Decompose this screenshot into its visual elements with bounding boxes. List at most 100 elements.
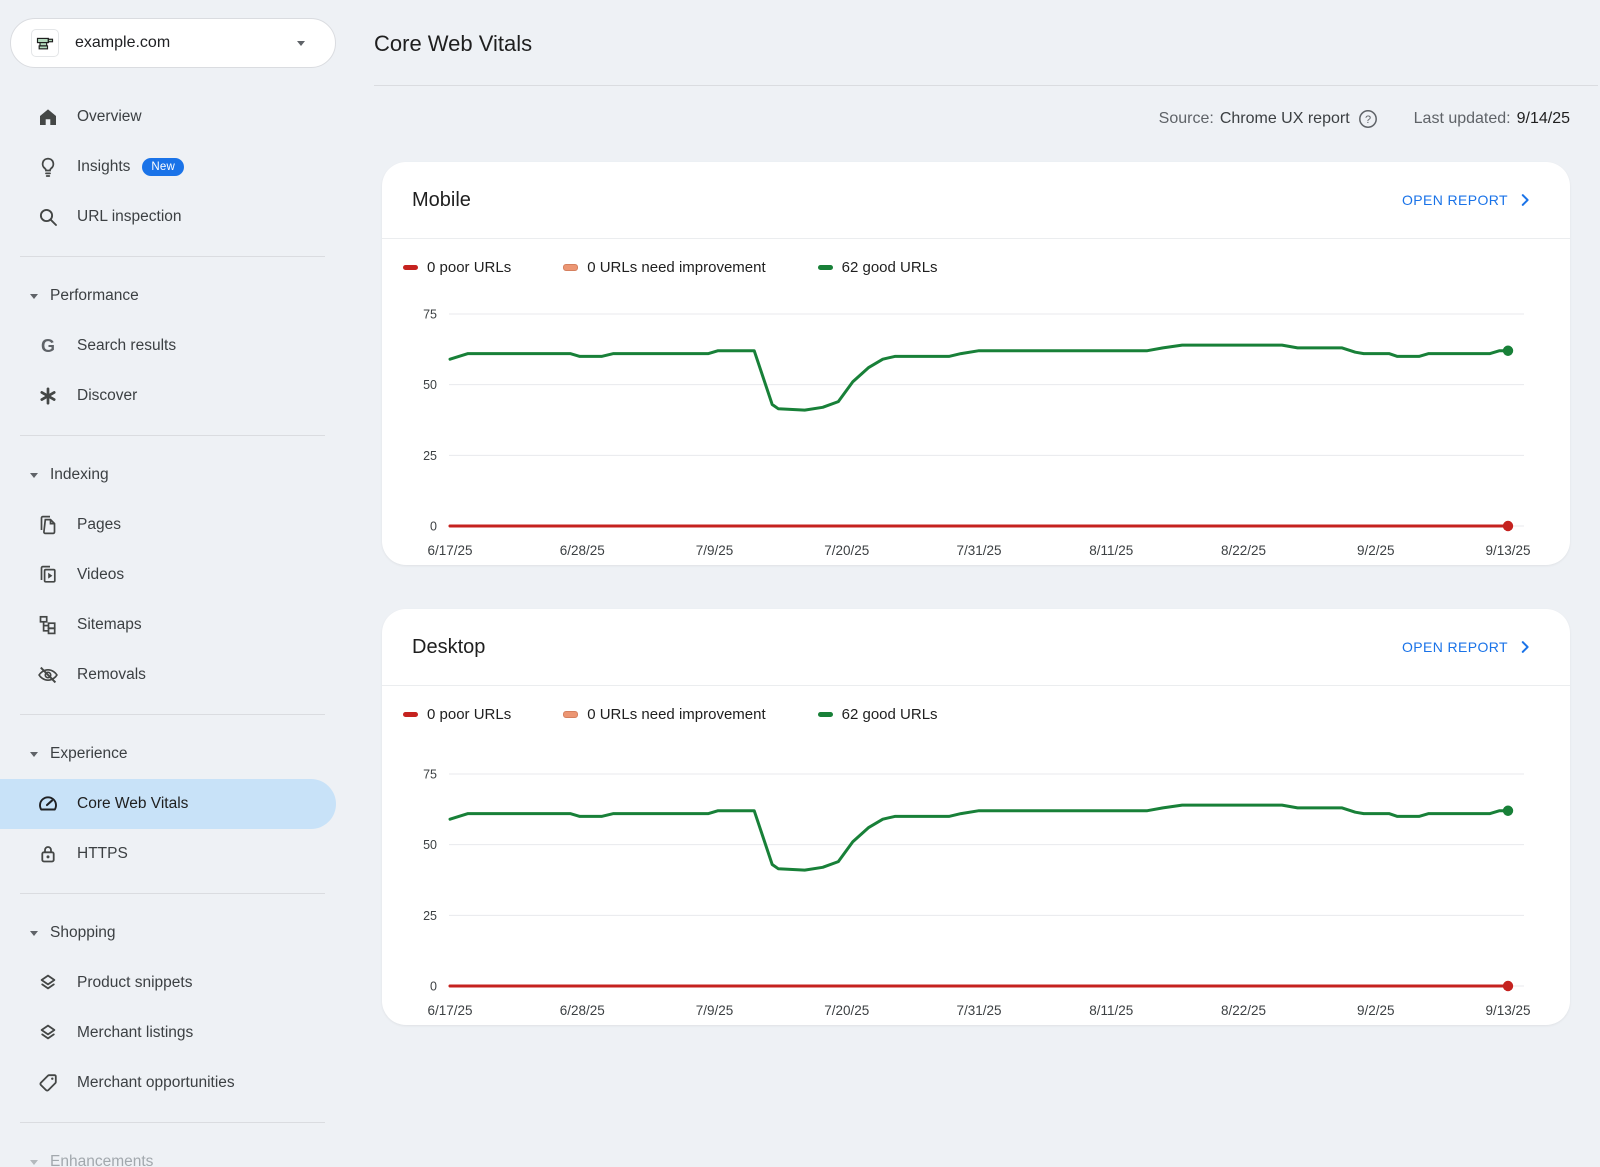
layers-icon xyxy=(36,1021,60,1045)
help-icon[interactable]: ? xyxy=(1358,109,1378,129)
svg-text:6/17/25: 6/17/25 xyxy=(427,543,472,558)
page-title: Core Web Vitals xyxy=(374,0,1570,59)
legend-item-improve: 0 URLs need improvement xyxy=(563,706,765,723)
good-swatch xyxy=(818,265,833,270)
tag-icon xyxy=(36,1071,60,1095)
property-selector[interactable]: example.com xyxy=(10,18,336,68)
mobile-line-chart: 02550756/17/256/28/257/9/257/20/257/31/2… xyxy=(406,297,1546,565)
sidebar-item-removals[interactable]: Removals xyxy=(0,650,336,700)
property-favicon-icon xyxy=(31,29,59,57)
svg-text:75: 75 xyxy=(423,308,437,322)
videos-icon xyxy=(36,563,60,587)
sidebar-item-merchant-listings[interactable]: Merchant listings xyxy=(0,1008,336,1058)
sidebar-item-merchant-opportunities[interactable]: Merchant opportunities xyxy=(0,1058,336,1108)
sidebar-nav: Overview Insights New URL inspection xyxy=(0,92,374,1167)
google-g-icon: G xyxy=(36,334,60,358)
layers-icon xyxy=(36,971,60,995)
mobile-card-header: Mobile OPEN REPORT xyxy=(382,162,1570,239)
chevron-right-icon xyxy=(1516,638,1534,656)
desktop-line-chart: 02550756/17/256/28/257/9/257/20/257/31/2… xyxy=(406,757,1546,1025)
sidebar-item-label: Removals xyxy=(77,666,146,684)
caret-down-icon xyxy=(28,748,40,760)
sidebar-item-insights[interactable]: Insights New xyxy=(0,142,336,192)
sidebar-item-label: Search results xyxy=(77,337,176,355)
svg-text:G: G xyxy=(41,336,55,356)
caret-down-icon xyxy=(28,1156,40,1167)
chevron-down-icon xyxy=(295,37,307,49)
sitemaps-icon xyxy=(36,613,60,637)
sidebar-item-product-snippets[interactable]: Product snippets xyxy=(0,958,336,1008)
chart-legend: 0 poor URLs 0 URLs need improvement 62 g… xyxy=(403,257,1570,277)
pages-icon xyxy=(36,513,60,537)
improve-swatch xyxy=(563,264,578,271)
sidebar-item-sitemaps[interactable]: Sitemaps xyxy=(0,600,336,650)
sidebar-item-discover[interactable]: Discover xyxy=(0,371,336,421)
legend-item-poor: 0 poor URLs xyxy=(403,259,511,276)
svg-text:6/28/25: 6/28/25 xyxy=(560,1003,605,1018)
svg-text:8/22/25: 8/22/25 xyxy=(1221,1003,1266,1018)
sidebar-item-label: Overview xyxy=(77,108,142,126)
svg-text:9/13/25: 9/13/25 xyxy=(1485,1003,1530,1018)
poor-swatch xyxy=(403,712,418,717)
sidebar-item-pages[interactable]: Pages xyxy=(0,500,336,550)
sidebar-item-label: Pages xyxy=(77,516,121,534)
sidebar-section-enhancements[interactable]: Enhancements xyxy=(0,1137,374,1167)
open-report-button[interactable]: OPEN REPORT xyxy=(1402,638,1534,656)
legend-item-good: 62 good URLs xyxy=(818,706,938,723)
card-title: Desktop xyxy=(412,636,485,659)
svg-text:?: ? xyxy=(1365,114,1371,126)
svg-text:8/22/25: 8/22/25 xyxy=(1221,543,1266,558)
card-title: Mobile xyxy=(412,189,471,212)
speedometer-icon xyxy=(36,792,60,816)
svg-text:0: 0 xyxy=(430,980,437,994)
svg-text:25: 25 xyxy=(423,449,437,463)
svg-text:6/28/25: 6/28/25 xyxy=(560,543,605,558)
sidebar-item-url-inspection[interactable]: URL inspection xyxy=(0,192,336,242)
sidebar-item-label: Merchant listings xyxy=(77,1024,193,1042)
svg-text:50: 50 xyxy=(423,378,437,392)
source-label: Source: xyxy=(1159,108,1214,130)
svg-text:9/2/25: 9/2/25 xyxy=(1357,543,1395,558)
desktop-card: Desktop OPEN REPORT 0 poor URLs 0 URLs n… xyxy=(382,609,1570,1025)
svg-text:7/9/25: 7/9/25 xyxy=(696,1003,734,1018)
open-report-button[interactable]: OPEN REPORT xyxy=(1402,191,1534,209)
home-icon xyxy=(36,105,60,129)
sidebar-item-core-web-vitals[interactable]: Core Web Vitals xyxy=(0,779,336,829)
svg-text:8/11/25: 8/11/25 xyxy=(1089,543,1133,558)
eye-off-icon xyxy=(36,663,60,687)
main-content: Core Web Vitals Source: Chrome UX report… xyxy=(374,0,1600,1167)
open-report-label: OPEN REPORT xyxy=(1402,639,1508,655)
source-value: Chrome UX report xyxy=(1220,108,1350,130)
improve-swatch xyxy=(563,711,578,718)
svg-text:7/20/25: 7/20/25 xyxy=(824,1003,869,1018)
svg-text:50: 50 xyxy=(423,838,437,852)
sidebar-item-label: Sitemaps xyxy=(77,616,142,634)
sidebar-section-performance[interactable]: Performance xyxy=(0,271,374,321)
lock-icon xyxy=(36,842,60,866)
sidebar-item-overview[interactable]: Overview xyxy=(0,92,336,142)
sidebar-item-videos[interactable]: Videos xyxy=(0,550,336,600)
sidebar-item-label: URL inspection xyxy=(77,208,182,226)
sidebar-divider xyxy=(20,714,325,715)
lightbulb-icon xyxy=(36,155,60,179)
sidebar-item-label: Discover xyxy=(77,387,137,405)
open-report-label: OPEN REPORT xyxy=(1402,192,1508,208)
sidebar-item-search-results[interactable]: G Search results xyxy=(0,321,336,371)
svg-text:9/2/25: 9/2/25 xyxy=(1357,1003,1395,1018)
sidebar-section-indexing[interactable]: Indexing xyxy=(0,450,374,500)
svg-text:6/17/25: 6/17/25 xyxy=(427,1003,472,1018)
chevron-right-icon xyxy=(1516,191,1534,209)
sidebar-section-shopping[interactable]: Shopping xyxy=(0,908,374,958)
poor-swatch xyxy=(403,265,418,270)
svg-text:7/20/25: 7/20/25 xyxy=(824,543,869,558)
caret-down-icon xyxy=(28,469,40,481)
caret-down-icon xyxy=(28,927,40,939)
svg-text:8/11/25: 8/11/25 xyxy=(1089,1003,1133,1018)
sidebar-section-experience[interactable]: Experience xyxy=(0,729,374,779)
good-swatch xyxy=(818,712,833,717)
property-name: example.com xyxy=(75,34,295,52)
sidebar-item-https[interactable]: HTTPS xyxy=(0,829,336,879)
sidebar-item-label: Insights xyxy=(77,158,130,176)
svg-text:25: 25 xyxy=(423,909,437,923)
mobile-card: Mobile OPEN REPORT 0 poor URLs 0 URLs ne… xyxy=(382,162,1570,565)
